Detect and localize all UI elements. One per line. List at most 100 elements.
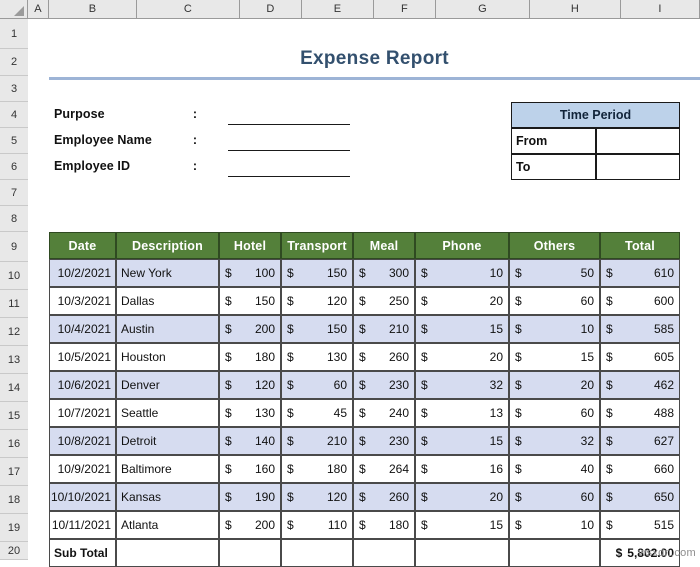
cell-meal[interactable]: $230 (353, 371, 415, 399)
form-input-purpose[interactable] (228, 101, 350, 125)
column-header-g[interactable]: G (436, 0, 530, 18)
row-header-5[interactable]: 5 (0, 128, 28, 154)
cell-transport[interactable]: $120 (281, 483, 353, 511)
cell-transport[interactable]: $150 (281, 315, 353, 343)
column-header-e[interactable]: E (302, 0, 374, 18)
select-all-corner[interactable] (0, 0, 28, 18)
cell-total[interactable]: $610 (600, 259, 680, 287)
cell-phone[interactable]: $20 (415, 343, 509, 371)
column-header-d[interactable]: D (240, 0, 302, 18)
cell-transport[interactable]: $45 (281, 399, 353, 427)
cell-total[interactable]: $650 (600, 483, 680, 511)
cell-total[interactable]: $660 (600, 455, 680, 483)
cell-description[interactable]: Seattle (116, 399, 219, 427)
cell-description[interactable]: New York (116, 259, 219, 287)
cell-description[interactable]: Baltimore (116, 455, 219, 483)
cell-total[interactable]: $462 (600, 371, 680, 399)
cell-hotel[interactable]: $100 (219, 259, 281, 287)
row-header-1[interactable]: 1 (0, 19, 28, 49)
row-header-11[interactable]: 11 (0, 290, 28, 318)
cell-total[interactable]: $515 (600, 511, 680, 539)
cell-description[interactable]: Dallas (116, 287, 219, 315)
column-header-a[interactable]: A (28, 0, 49, 18)
cell-others[interactable]: $60 (509, 287, 600, 315)
cell-date[interactable]: 10/3/2021 (49, 287, 116, 315)
cell-others[interactable]: $20 (509, 371, 600, 399)
cell-others[interactable]: $50 (509, 259, 600, 287)
row-header-3[interactable]: 3 (0, 76, 28, 102)
row-header-20[interactable]: 20 (0, 542, 28, 560)
cell-date[interactable]: 10/9/2021 (49, 455, 116, 483)
row-header-12[interactable]: 12 (0, 318, 28, 346)
cell-date[interactable]: 10/10/2021 (49, 483, 116, 511)
cell-transport[interactable]: $180 (281, 455, 353, 483)
cell-total[interactable]: $627 (600, 427, 680, 455)
cell-date[interactable]: 10/5/2021 (49, 343, 116, 371)
cell-meal[interactable]: $260 (353, 483, 415, 511)
cell-date[interactable]: 10/7/2021 (49, 399, 116, 427)
cell-hotel[interactable]: $190 (219, 483, 281, 511)
column-header-i[interactable]: I (621, 0, 700, 18)
row-header-17[interactable]: 17 (0, 458, 28, 486)
row-header-9[interactable]: 9 (0, 232, 28, 262)
cell-hotel[interactable]: $200 (219, 511, 281, 539)
cell-others[interactable]: $32 (509, 427, 600, 455)
subtotal-blank-meal[interactable] (353, 539, 415, 567)
cell-others[interactable]: $15 (509, 343, 600, 371)
cell-phone[interactable]: $20 (415, 287, 509, 315)
cell-meal[interactable]: $250 (353, 287, 415, 315)
cell-hotel[interactable]: $120 (219, 371, 281, 399)
row-header-18[interactable]: 18 (0, 486, 28, 514)
cell-phone[interactable]: $13 (415, 399, 509, 427)
row-header-16[interactable]: 16 (0, 430, 28, 458)
cell-transport[interactable]: $120 (281, 287, 353, 315)
row-header-10[interactable]: 10 (0, 262, 28, 290)
cell-date[interactable]: 10/2/2021 (49, 259, 116, 287)
cell-transport[interactable]: $150 (281, 259, 353, 287)
cell-meal[interactable]: $210 (353, 315, 415, 343)
subtotal-blank-others[interactable] (509, 539, 600, 567)
subtotal-blank-transport[interactable] (281, 539, 353, 567)
cell-phone[interactable]: $15 (415, 511, 509, 539)
cell-description[interactable]: Denver (116, 371, 219, 399)
cell-transport[interactable]: $110 (281, 511, 353, 539)
cell-description[interactable]: Houston (116, 343, 219, 371)
column-header-c[interactable]: C (137, 0, 240, 18)
cell-others[interactable]: $10 (509, 315, 600, 343)
cell-meal[interactable]: $300 (353, 259, 415, 287)
row-header-19[interactable]: 19 (0, 514, 28, 542)
row-header-15[interactable]: 15 (0, 402, 28, 430)
cell-total[interactable]: $585 (600, 315, 680, 343)
cell-hotel[interactable]: $180 (219, 343, 281, 371)
cell-others[interactable]: $10 (509, 511, 600, 539)
cell-meal[interactable]: $230 (353, 427, 415, 455)
cell-total[interactable]: $488 (600, 399, 680, 427)
cell-description[interactable]: Kansas (116, 483, 219, 511)
row-header-4[interactable]: 4 (0, 102, 28, 128)
cell-transport[interactable]: $210 (281, 427, 353, 455)
row-header-8[interactable]: 8 (0, 206, 28, 232)
cell-date[interactable]: 10/11/2021 (49, 511, 116, 539)
column-header-h[interactable]: H (530, 0, 621, 18)
cell-meal[interactable]: $264 (353, 455, 415, 483)
cell-phone[interactable]: $10 (415, 259, 509, 287)
cell-description[interactable]: Atlanta (116, 511, 219, 539)
subtotal-blank-description[interactable] (116, 539, 219, 567)
cell-phone[interactable]: $20 (415, 483, 509, 511)
cell-description[interactable]: Austin (116, 315, 219, 343)
cell-hotel[interactable]: $140 (219, 427, 281, 455)
row-header-13[interactable]: 13 (0, 346, 28, 374)
column-header-b[interactable]: B (49, 0, 137, 18)
form-input-employee-id[interactable] (228, 153, 350, 177)
column-header-f[interactable]: F (374, 0, 436, 18)
cell-hotel[interactable]: $200 (219, 315, 281, 343)
cell-others[interactable]: $60 (509, 483, 600, 511)
cell-hotel[interactable]: $130 (219, 399, 281, 427)
cell-phone[interactable]: $32 (415, 371, 509, 399)
cell-transport[interactable]: $60 (281, 371, 353, 399)
form-input-employee-name[interactable] (228, 127, 350, 151)
cell-total[interactable]: $600 (600, 287, 680, 315)
cell-meal[interactable]: $180 (353, 511, 415, 539)
subtotal-blank-phone[interactable] (415, 539, 509, 567)
cell-total[interactable]: $605 (600, 343, 680, 371)
